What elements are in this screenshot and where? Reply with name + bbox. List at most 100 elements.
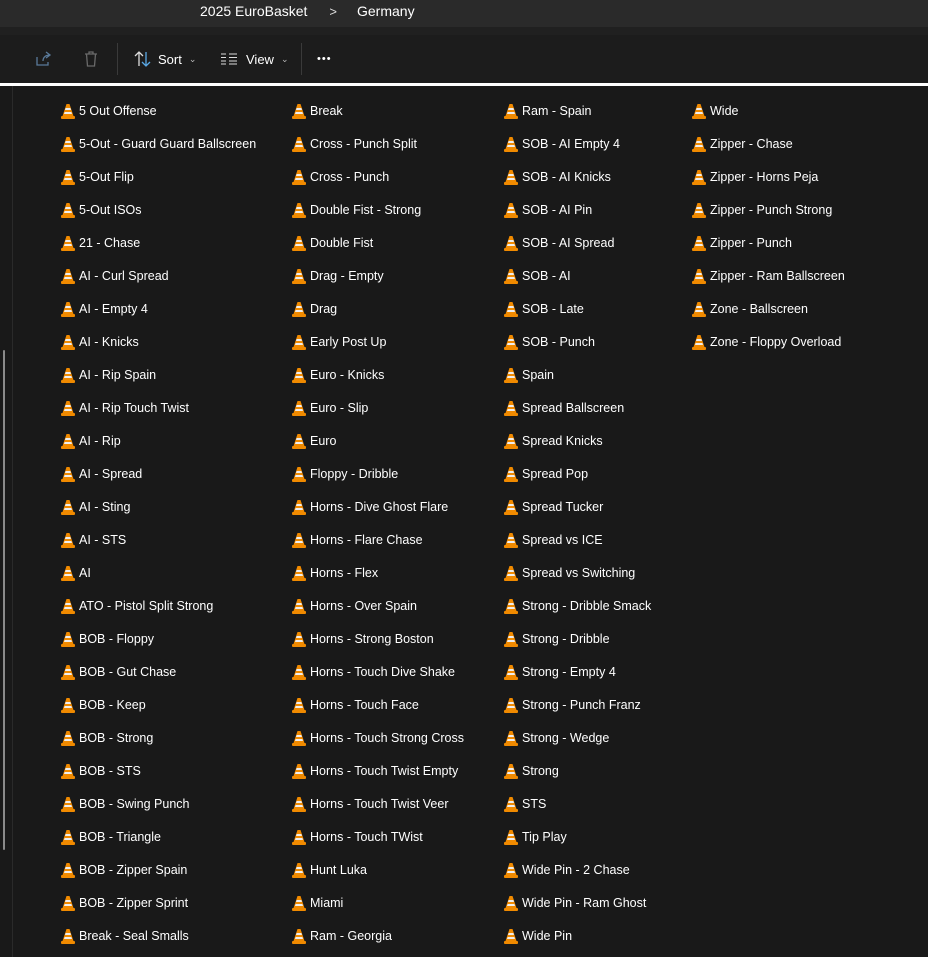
file-item[interactable]: Spread Knicks — [504, 424, 651, 457]
title-bar: 2025 EuroBasket > Germany — [0, 0, 928, 27]
file-item[interactable]: ATO - Pistol Split Strong — [61, 589, 256, 622]
file-item[interactable]: Double Fist — [292, 226, 464, 259]
file-item[interactable]: 5 Out Offense — [61, 94, 256, 127]
file-item[interactable]: Spread Pop — [504, 457, 651, 490]
file-item[interactable]: Tip Play — [504, 820, 651, 853]
file-item[interactable]: Horns - Strong Boston — [292, 622, 464, 655]
file-item[interactable]: Strong - Punch Franz — [504, 688, 651, 721]
file-item[interactable]: SOB - AI Pin — [504, 193, 651, 226]
file-item[interactable]: Break — [292, 94, 464, 127]
file-item[interactable]: Drag - Empty — [292, 259, 464, 292]
file-item[interactable]: Euro — [292, 424, 464, 457]
file-item[interactable]: Hunt Luka — [292, 853, 464, 886]
file-item[interactable]: Cross - Punch Split — [292, 127, 464, 160]
file-item[interactable]: BOB - Strong — [61, 721, 256, 754]
file-item[interactable]: AI - Knicks — [61, 325, 256, 358]
file-item[interactable]: Spain — [504, 358, 651, 391]
file-item[interactable]: Horns - Flare Chase — [292, 523, 464, 556]
file-name: Horns - Touch Face — [310, 698, 419, 712]
file-item[interactable]: AI - Curl Spread — [61, 259, 256, 292]
file-item[interactable]: Strong — [504, 754, 651, 787]
file-item[interactable]: Wide Pin — [504, 919, 651, 952]
file-item[interactable]: BOB - Triangle — [61, 820, 256, 853]
vlc-cone-icon — [61, 763, 75, 779]
file-item[interactable]: Zipper - Horns Peja — [692, 160, 845, 193]
file-item[interactable]: BOB - Zipper Spain — [61, 853, 256, 886]
file-item[interactable]: Double Fist - Strong — [292, 193, 464, 226]
file-item[interactable]: AI - Rip Touch Twist — [61, 391, 256, 424]
file-item[interactable]: Floppy - Dribble — [292, 457, 464, 490]
file-item[interactable]: AI - Rip — [61, 424, 256, 457]
file-item[interactable]: Strong - Wedge — [504, 721, 651, 754]
file-item[interactable]: AI - Empty 4 — [61, 292, 256, 325]
navigation-scrollbar[interactable] — [3, 350, 5, 850]
share-button[interactable] — [34, 35, 52, 83]
file-item[interactable]: Zipper - Ram Ballscreen — [692, 259, 845, 292]
file-item[interactable]: Wide — [692, 94, 845, 127]
file-item[interactable]: BOB - STS — [61, 754, 256, 787]
file-item[interactable]: Euro - Slip — [292, 391, 464, 424]
file-item[interactable]: Drag — [292, 292, 464, 325]
file-item[interactable]: Euro - Knicks — [292, 358, 464, 391]
file-item[interactable]: Horns - Dive Ghost Flare — [292, 490, 464, 523]
file-item[interactable]: Horns - Touch Strong Cross — [292, 721, 464, 754]
file-item[interactable]: Spread Tucker — [504, 490, 651, 523]
file-item[interactable]: Break - Seal Smalls — [61, 919, 256, 952]
file-item[interactable]: BOB - Swing Punch — [61, 787, 256, 820]
file-item[interactable]: Ram - Georgia — [292, 919, 464, 952]
file-item[interactable]: Horns - Flex — [292, 556, 464, 589]
file-item[interactable]: 5-Out - Guard Guard Ballscreen — [61, 127, 256, 160]
file-item[interactable]: SOB - Punch — [504, 325, 651, 358]
file-item[interactable]: Strong - Empty 4 — [504, 655, 651, 688]
file-item[interactable]: Horns - Over Spain — [292, 589, 464, 622]
file-item[interactable]: Wide Pin - Ram Ghost — [504, 886, 651, 919]
sort-button[interactable]: Sort ⌄ — [134, 35, 196, 83]
file-item[interactable]: Zipper - Punch Strong — [692, 193, 845, 226]
file-item[interactable]: Ram - Spain — [504, 94, 651, 127]
more-options-button[interactable]: ••• — [317, 35, 332, 83]
file-item[interactable]: BOB - Zipper Sprint — [61, 886, 256, 919]
breadcrumb-item-germany[interactable]: Germany — [357, 3, 415, 19]
file-item[interactable]: Horns - Touch Face — [292, 688, 464, 721]
file-item[interactable]: SOB - AI Spread — [504, 226, 651, 259]
file-item[interactable]: SOB - AI — [504, 259, 651, 292]
file-item[interactable]: Zipper - Punch — [692, 226, 845, 259]
file-item[interactable]: Zipper - Chase — [692, 127, 845, 160]
delete-button[interactable] — [82, 35, 100, 83]
file-name: Zone - Floppy Overload — [710, 335, 841, 349]
file-item[interactable]: Horns - Touch Twist Veer — [292, 787, 464, 820]
chevron-right-icon[interactable]: > — [329, 4, 337, 19]
file-item[interactable]: Spread vs Switching — [504, 556, 651, 589]
file-item[interactable]: Early Post Up — [292, 325, 464, 358]
file-item[interactable]: Zone - Ballscreen — [692, 292, 845, 325]
file-item[interactable]: Strong - Dribble Smack — [504, 589, 651, 622]
file-item[interactable]: STS — [504, 787, 651, 820]
file-item[interactable]: Miami — [292, 886, 464, 919]
file-item[interactable]: SOB - AI Empty 4 — [504, 127, 651, 160]
file-item[interactable]: Spread Ballscreen — [504, 391, 651, 424]
view-button[interactable]: View ⌄ — [221, 35, 289, 83]
file-item[interactable]: AI - Rip Spain — [61, 358, 256, 391]
file-item[interactable]: AI — [61, 556, 256, 589]
file-item[interactable]: Spread vs ICE — [504, 523, 651, 556]
file-item[interactable]: Strong - Dribble — [504, 622, 651, 655]
file-item[interactable]: Zone - Floppy Overload — [692, 325, 845, 358]
file-item[interactable]: Wide Pin - 2 Chase — [504, 853, 651, 886]
file-item[interactable]: 5-Out Flip — [61, 160, 256, 193]
file-item[interactable]: SOB - Late — [504, 292, 651, 325]
file-item[interactable]: Horns - Touch Twist Empty — [292, 754, 464, 787]
file-item[interactable]: Horns - Touch TWist — [292, 820, 464, 853]
file-item[interactable]: AI - Spread — [61, 457, 256, 490]
file-item[interactable]: BOB - Keep — [61, 688, 256, 721]
view-label: View — [246, 52, 274, 67]
file-item[interactable]: 21 - Chase — [61, 226, 256, 259]
file-item[interactable]: AI - Sting — [61, 490, 256, 523]
file-item[interactable]: Cross - Punch — [292, 160, 464, 193]
file-item[interactable]: SOB - AI Knicks — [504, 160, 651, 193]
file-item[interactable]: BOB - Floppy — [61, 622, 256, 655]
file-item[interactable]: AI - STS — [61, 523, 256, 556]
file-item[interactable]: BOB - Gut Chase — [61, 655, 256, 688]
file-item[interactable]: 5-Out ISOs — [61, 193, 256, 226]
breadcrumb-item-eurobasket[interactable]: 2025 EuroBasket — [200, 3, 307, 19]
file-item[interactable]: Horns - Touch Dive Shake — [292, 655, 464, 688]
